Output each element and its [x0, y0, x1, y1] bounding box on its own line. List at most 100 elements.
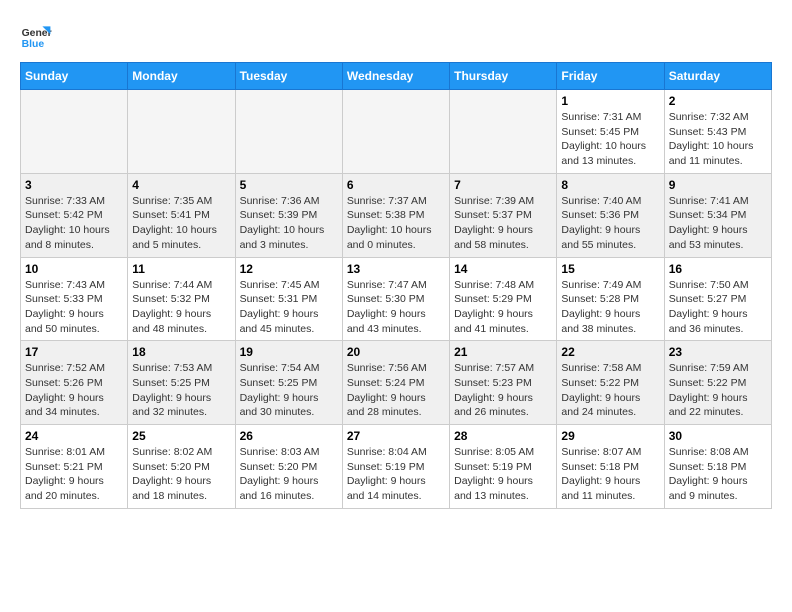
- day-info: Sunrise: 7:49 AM Sunset: 5:28 PM Dayligh…: [561, 278, 659, 337]
- day-number: 7: [454, 178, 552, 192]
- calendar-day-cell: 13 Sunrise: 7:47 AM Sunset: 5:30 PM Dayli…: [342, 257, 449, 341]
- calendar-day-cell: 29 Sunrise: 8:07 AM Sunset: 5:18 PM Dayli…: [557, 425, 664, 509]
- calendar-day-cell: 17 Sunrise: 7:52 AM Sunset: 5:26 PM Dayli…: [21, 341, 128, 425]
- day-number: 13: [347, 262, 445, 276]
- day-info: Sunrise: 7:41 AM Sunset: 5:34 PM Dayligh…: [669, 194, 767, 253]
- calendar-day-cell: 5 Sunrise: 7:36 AM Sunset: 5:39 PM Daylig…: [235, 173, 342, 257]
- calendar-day-cell: 24Sunrise: 8:01 AM Sunset: 5:21 PM Dayli…: [21, 425, 128, 509]
- day-info: Sunrise: 8:07 AM Sunset: 5:18 PM Dayligh…: [561, 445, 659, 504]
- day-number: 20: [347, 345, 445, 359]
- day-info: Sunrise: 7:57 AM Sunset: 5:23 PM Dayligh…: [454, 361, 552, 420]
- calendar-day-cell: 10Sunrise: 7:43 AM Sunset: 5:33 PM Dayli…: [21, 257, 128, 341]
- calendar-day-cell: 11Sunrise: 7:44 AM Sunset: 5:32 PM Dayli…: [128, 257, 235, 341]
- calendar-day-cell: 6 Sunrise: 7:37 AM Sunset: 5:38 PM Daylig…: [342, 173, 449, 257]
- day-info: Sunrise: 8:03 AM Sunset: 5:20 PM Dayligh…: [240, 445, 338, 504]
- calendar-day-cell: 19 Sunrise: 7:54 AM Sunset: 5:25 PM Dayli…: [235, 341, 342, 425]
- calendar-day-cell: 1 Sunrise: 7:31 AM Sunset: 5:45 PM Daylig…: [557, 90, 664, 174]
- calendar-week-row: 10Sunrise: 7:43 AM Sunset: 5:33 PM Dayli…: [21, 257, 772, 341]
- calendar-day-cell: 4 Sunrise: 7:35 AM Sunset: 5:41 PM Daylig…: [128, 173, 235, 257]
- day-info: Sunrise: 7:56 AM Sunset: 5:24 PM Dayligh…: [347, 361, 445, 420]
- day-number: 24: [25, 429, 123, 443]
- header-row: SundayMondayTuesdayWednesdayThursdayFrid…: [21, 63, 772, 90]
- calendar-day-cell: 30 Sunrise: 8:08 AM Sunset: 5:18 PM Dayli…: [664, 425, 771, 509]
- day-number: 27: [347, 429, 445, 443]
- day-number: 9: [669, 178, 767, 192]
- calendar-day-cell: 7Sunrise: 7:39 AM Sunset: 5:37 PM Daylig…: [450, 173, 557, 257]
- day-info: Sunrise: 7:45 AM Sunset: 5:31 PM Dayligh…: [240, 278, 338, 337]
- calendar-day-cell: 9 Sunrise: 7:41 AM Sunset: 5:34 PM Daylig…: [664, 173, 771, 257]
- calendar-day-cell: 14 Sunrise: 7:48 AM Sunset: 5:29 PM Dayli…: [450, 257, 557, 341]
- weekday-header: Monday: [128, 63, 235, 90]
- calendar-week-row: 1 Sunrise: 7:31 AM Sunset: 5:45 PM Daylig…: [21, 90, 772, 174]
- logo: General Blue: [20, 20, 58, 52]
- day-info: Sunrise: 8:02 AM Sunset: 5:20 PM Dayligh…: [132, 445, 230, 504]
- day-number: 30: [669, 429, 767, 443]
- calendar-day-cell: [450, 90, 557, 174]
- calendar-day-cell: 3 Sunrise: 7:33 AM Sunset: 5:42 PM Daylig…: [21, 173, 128, 257]
- day-info: Sunrise: 8:04 AM Sunset: 5:19 PM Dayligh…: [347, 445, 445, 504]
- day-number: 8: [561, 178, 659, 192]
- day-info: Sunrise: 7:58 AM Sunset: 5:22 PM Dayligh…: [561, 361, 659, 420]
- day-number: 26: [240, 429, 338, 443]
- day-info: Sunrise: 7:31 AM Sunset: 5:45 PM Dayligh…: [561, 110, 659, 169]
- day-number: 17: [25, 345, 123, 359]
- day-number: 14: [454, 262, 552, 276]
- day-number: 28: [454, 429, 552, 443]
- day-number: 3: [25, 178, 123, 192]
- day-number: 21: [454, 345, 552, 359]
- day-info: Sunrise: 7:33 AM Sunset: 5:42 PM Dayligh…: [25, 194, 123, 253]
- calendar-day-cell: 15 Sunrise: 7:49 AM Sunset: 5:28 PM Dayli…: [557, 257, 664, 341]
- day-number: 22: [561, 345, 659, 359]
- day-number: 15: [561, 262, 659, 276]
- calendar-day-cell: 22 Sunrise: 7:58 AM Sunset: 5:22 PM Dayli…: [557, 341, 664, 425]
- day-info: Sunrise: 7:59 AM Sunset: 5:22 PM Dayligh…: [669, 361, 767, 420]
- day-info: Sunrise: 8:05 AM Sunset: 5:19 PM Dayligh…: [454, 445, 552, 504]
- calendar-table: SundayMondayTuesdayWednesdayThursdayFrid…: [20, 62, 772, 509]
- calendar-day-cell: 27 Sunrise: 8:04 AM Sunset: 5:19 PM Dayli…: [342, 425, 449, 509]
- calendar-day-cell: 8Sunrise: 7:40 AM Sunset: 5:36 PM Daylig…: [557, 173, 664, 257]
- calendar-week-row: 3 Sunrise: 7:33 AM Sunset: 5:42 PM Daylig…: [21, 173, 772, 257]
- calendar-day-cell: 18 Sunrise: 7:53 AM Sunset: 5:25 PM Dayli…: [128, 341, 235, 425]
- day-info: Sunrise: 7:32 AM Sunset: 5:43 PM Dayligh…: [669, 110, 767, 169]
- calendar-body: 1 Sunrise: 7:31 AM Sunset: 5:45 PM Daylig…: [21, 90, 772, 509]
- weekday-header: Tuesday: [235, 63, 342, 90]
- day-number: 18: [132, 345, 230, 359]
- day-info: Sunrise: 7:48 AM Sunset: 5:29 PM Dayligh…: [454, 278, 552, 337]
- svg-text:Blue: Blue: [22, 39, 45, 50]
- day-info: Sunrise: 7:44 AM Sunset: 5:32 PM Dayligh…: [132, 278, 230, 337]
- calendar-day-cell: 28 Sunrise: 8:05 AM Sunset: 5:19 PM Dayli…: [450, 425, 557, 509]
- calendar-week-row: 17 Sunrise: 7:52 AM Sunset: 5:26 PM Dayli…: [21, 341, 772, 425]
- day-number: 19: [240, 345, 338, 359]
- calendar-day-cell: 21 Sunrise: 7:57 AM Sunset: 5:23 PM Dayli…: [450, 341, 557, 425]
- weekday-header: Thursday: [450, 63, 557, 90]
- logo-icon: General Blue: [20, 20, 52, 52]
- day-info: Sunrise: 7:47 AM Sunset: 5:30 PM Dayligh…: [347, 278, 445, 337]
- day-info: Sunrise: 7:50 AM Sunset: 5:27 PM Dayligh…: [669, 278, 767, 337]
- calendar-day-cell: 23Sunrise: 7:59 AM Sunset: 5:22 PM Dayli…: [664, 341, 771, 425]
- weekday-header: Sunday: [21, 63, 128, 90]
- page-header: General Blue: [20, 20, 772, 52]
- calendar-day-cell: 12 Sunrise: 7:45 AM Sunset: 5:31 PM Dayli…: [235, 257, 342, 341]
- day-info: Sunrise: 7:53 AM Sunset: 5:25 PM Dayligh…: [132, 361, 230, 420]
- calendar-week-row: 24Sunrise: 8:01 AM Sunset: 5:21 PM Dayli…: [21, 425, 772, 509]
- calendar-day-cell: [235, 90, 342, 174]
- day-number: 12: [240, 262, 338, 276]
- day-number: 29: [561, 429, 659, 443]
- weekday-header: Friday: [557, 63, 664, 90]
- day-info: Sunrise: 8:08 AM Sunset: 5:18 PM Dayligh…: [669, 445, 767, 504]
- day-info: Sunrise: 7:52 AM Sunset: 5:26 PM Dayligh…: [25, 361, 123, 420]
- day-number: 5: [240, 178, 338, 192]
- calendar-day-cell: 20 Sunrise: 7:56 AM Sunset: 5:24 PM Dayli…: [342, 341, 449, 425]
- day-number: 1: [561, 94, 659, 108]
- calendar-day-cell: [128, 90, 235, 174]
- calendar-day-cell: [342, 90, 449, 174]
- calendar-day-cell: 16Sunrise: 7:50 AM Sunset: 5:27 PM Dayli…: [664, 257, 771, 341]
- calendar-day-cell: [21, 90, 128, 174]
- day-number: 2: [669, 94, 767, 108]
- day-info: Sunrise: 7:54 AM Sunset: 5:25 PM Dayligh…: [240, 361, 338, 420]
- day-number: 6: [347, 178, 445, 192]
- day-number: 4: [132, 178, 230, 192]
- day-info: Sunrise: 7:37 AM Sunset: 5:38 PM Dayligh…: [347, 194, 445, 253]
- day-info: Sunrise: 7:35 AM Sunset: 5:41 PM Dayligh…: [132, 194, 230, 253]
- day-info: Sunrise: 7:36 AM Sunset: 5:39 PM Dayligh…: [240, 194, 338, 253]
